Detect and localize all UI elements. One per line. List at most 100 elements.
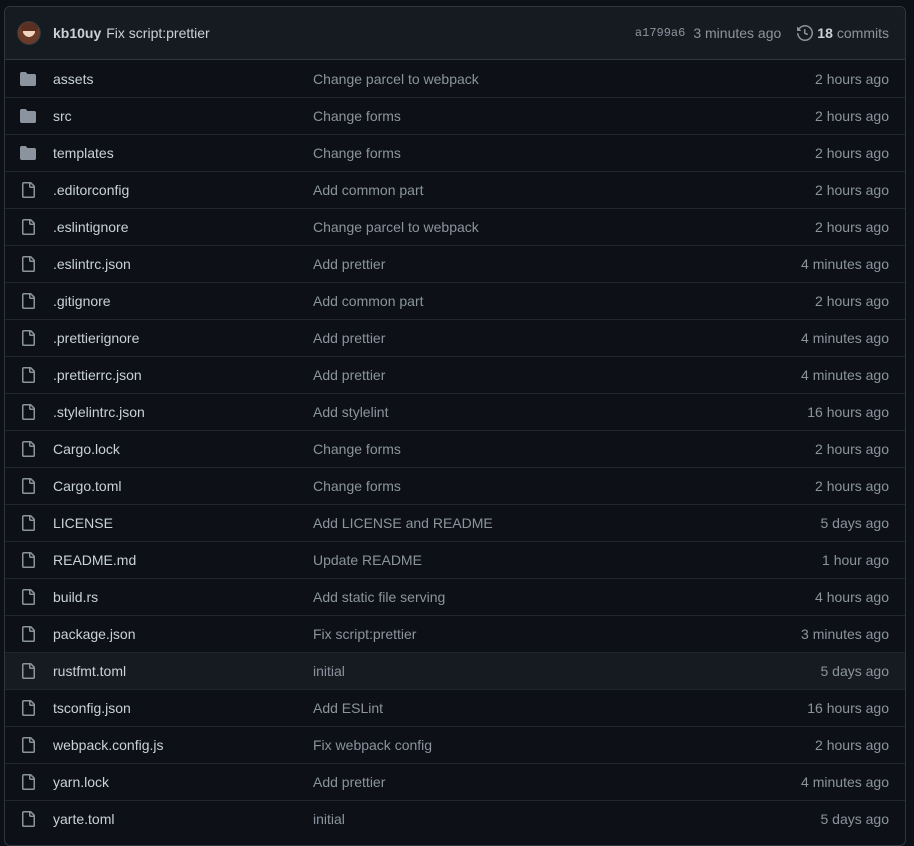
file-icon — [20, 700, 38, 716]
file-row[interactable]: package.json Fix script:prettier 3 minutes… — [5, 615, 905, 652]
history-icon — [797, 24, 814, 42]
folder-icon — [20, 145, 38, 161]
file-commit-age: 5 days ago — [820, 663, 890, 679]
file-commit-age: 1 hour ago — [822, 552, 889, 568]
file-commit-age: 4 minutes ago — [801, 330, 889, 346]
file-row[interactable]: src Change forms 2 hours ago — [5, 97, 905, 134]
file-commit-message-link[interactable]: Add common part — [313, 293, 815, 309]
file-name-link[interactable]: yarte.toml — [53, 811, 313, 827]
file-commit-age: 4 minutes ago — [801, 256, 889, 272]
file-name-link[interactable]: .prettierignore — [53, 330, 313, 346]
file-commit-message-link[interactable]: initial — [313, 663, 821, 679]
file-icon — [20, 182, 38, 198]
file-commit-age: 5 days ago — [820, 515, 890, 531]
folder-icon — [20, 108, 38, 124]
file-row[interactable]: templates Change forms 2 hours ago — [5, 134, 905, 171]
file-name-link[interactable]: templates — [53, 145, 313, 161]
file-icon — [20, 293, 38, 309]
file-name-link[interactable]: .prettierrc.json — [53, 367, 313, 383]
file-name-link[interactable]: src — [53, 108, 313, 124]
file-commit-age: 4 minutes ago — [801, 367, 889, 383]
file-row[interactable]: yarn.lock Add prettier 4 minutes ago — [5, 763, 905, 800]
file-commit-age: 2 hours ago — [815, 145, 889, 161]
file-row[interactable]: Cargo.lock Change forms 2 hours ago — [5, 430, 905, 467]
file-name-link[interactable]: yarn.lock — [53, 774, 313, 790]
file-row[interactable]: README.md Update README 1 hour ago — [5, 541, 905, 578]
file-commit-message-link[interactable]: Add prettier — [313, 330, 801, 346]
file-commit-message-link[interactable]: Change forms — [313, 441, 815, 457]
file-commit-message-link[interactable]: Add common part — [313, 182, 815, 198]
file-name-link[interactable]: .editorconfig — [53, 182, 313, 198]
folder-icon — [20, 71, 38, 87]
file-name-link[interactable]: LICENSE — [53, 515, 313, 531]
file-commit-message-link[interactable]: Fix script:prettier — [313, 626, 801, 642]
commits-link[interactable]: 18 commits — [797, 24, 889, 42]
file-commit-age: 4 minutes ago — [801, 774, 889, 790]
file-commit-age: 2 hours ago — [815, 219, 889, 235]
file-commit-message-link[interactable]: Change forms — [313, 108, 815, 124]
avatar[interactable] — [17, 21, 41, 45]
file-commit-age: 2 hours ago — [815, 182, 889, 198]
commit-message[interactable]: Fix script:prettier — [106, 25, 209, 41]
file-row[interactable]: .eslintignore Change parcel to webpack 2 h… — [5, 208, 905, 245]
file-row[interactable]: .prettierignore Add prettier 4 minutes ago — [5, 319, 905, 356]
file-commit-message-link[interactable]: Change parcel to webpack — [313, 219, 815, 235]
file-icon — [20, 330, 38, 346]
file-icon — [20, 441, 38, 457]
commit-time: 3 minutes ago — [693, 25, 782, 41]
file-icon — [20, 589, 38, 605]
file-row[interactable]: .eslintrc.json Add prettier 4 minutes ago — [5, 245, 905, 282]
file-icon — [20, 626, 38, 642]
file-icon — [20, 737, 38, 753]
file-name-link[interactable]: build.rs — [53, 589, 313, 605]
file-name-link[interactable]: .eslintignore — [53, 219, 313, 235]
file-name-link[interactable]: Cargo.toml — [53, 478, 313, 494]
file-row[interactable]: LICENSE Add LICENSE and README 5 days ago — [5, 504, 905, 541]
file-commit-age: 5 days ago — [820, 811, 890, 827]
file-row[interactable]: tsconfig.json Add ESLint 16 hours ago — [5, 689, 905, 726]
file-row[interactable]: build.rs Add static file serving 4 hours a… — [5, 578, 905, 615]
file-commit-message-link[interactable]: Add prettier — [313, 256, 801, 272]
file-icon — [20, 478, 38, 494]
file-row[interactable]: webpack.config.js Fix webpack config 2 hou… — [5, 726, 905, 763]
file-commit-message-link[interactable]: Update README — [313, 552, 822, 568]
file-name-link[interactable]: package.json — [53, 626, 313, 642]
file-row[interactable]: .gitignore Add common part 2 hours ago — [5, 282, 905, 319]
commit-author[interactable]: kb10uy — [53, 25, 101, 41]
file-row[interactable]: yarte.toml initial 5 days ago — [5, 800, 905, 837]
file-commit-age: 2 hours ago — [815, 70, 889, 87]
file-row[interactable]: rustfmt.toml initial 5 days ago — [5, 652, 905, 689]
file-name-link[interactable]: webpack.config.js — [53, 737, 313, 753]
file-commit-message-link[interactable]: Change parcel to webpack — [313, 71, 815, 87]
commit-sha[interactable]: a1799a6 — [635, 26, 685, 40]
file-row[interactable]: .stylelintrc.json Add stylelint 16 hours a… — [5, 393, 905, 430]
file-icon — [20, 774, 38, 790]
file-icon — [20, 404, 38, 420]
file-name-link[interactable]: .stylelintrc.json — [53, 404, 313, 420]
file-commit-message-link[interactable]: Add LICENSE and README — [313, 515, 821, 531]
file-name-link[interactable]: .gitignore — [53, 293, 313, 309]
file-commit-message-link[interactable]: Add ESLint — [313, 700, 807, 716]
file-row[interactable]: .prettierrc.json Add prettier 4 minutes ag… — [5, 356, 905, 393]
file-icon — [20, 256, 38, 272]
file-name-link[interactable]: Cargo.lock — [53, 441, 313, 457]
file-icon — [20, 811, 38, 827]
file-name-link[interactable]: README.md — [53, 552, 313, 568]
file-name-link[interactable]: .eslintrc.json — [53, 256, 313, 272]
file-commit-message-link[interactable]: initial — [313, 811, 821, 827]
file-commit-message-link[interactable]: Add prettier — [313, 367, 801, 383]
file-row[interactable]: assets Change parcel to webpack 2 hours ag… — [5, 60, 905, 97]
file-commit-message-link[interactable]: Add prettier — [313, 774, 801, 790]
file-commit-message-link[interactable]: Change forms — [313, 478, 815, 494]
file-commit-message-link[interactable]: Change forms — [313, 145, 815, 161]
file-row[interactable]: Cargo.toml Change forms 2 hours ago — [5, 467, 905, 504]
file-commit-message-link[interactable]: Add static file serving — [313, 589, 815, 605]
file-commit-message-link[interactable]: Add stylelint — [313, 404, 807, 420]
file-commit-message-link[interactable]: Fix webpack config — [313, 737, 815, 753]
file-name-link[interactable]: tsconfig.json — [53, 700, 313, 716]
commit-label: commits — [836, 25, 889, 41]
file-name-link[interactable]: rustfmt.toml — [53, 663, 313, 679]
file-name-link[interactable]: assets — [53, 71, 313, 87]
file-row[interactable]: .editorconfig Add common part 2 hours ago — [5, 171, 905, 208]
file-commit-age: 2 hours ago — [815, 108, 889, 124]
